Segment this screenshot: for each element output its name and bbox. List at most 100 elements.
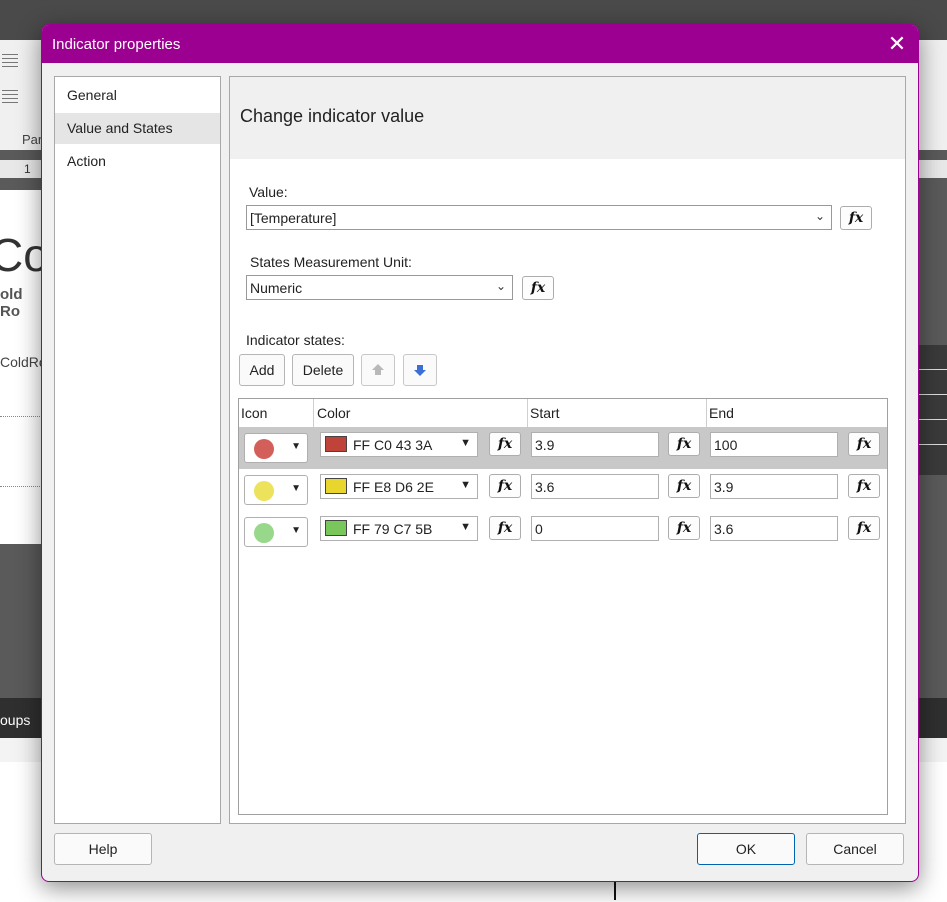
fx-icon: fx xyxy=(497,520,513,536)
column-divider xyxy=(706,399,707,427)
value-text: [Temperature] xyxy=(250,210,337,226)
dropdown-arrow-icon: ▼ xyxy=(291,525,301,536)
column-divider xyxy=(313,399,314,427)
indicator-properties-dialog: Indicator properties ✕ General Value and… xyxy=(41,24,919,882)
fx-icon: fx xyxy=(497,436,513,452)
column-header-start: Start xyxy=(530,405,560,421)
state-row[interactable]: ▼ FF 79 C7 5B ▼ fx 0 fx 3.6 fx xyxy=(239,511,887,553)
start-value: 3.6 xyxy=(535,479,555,495)
start-fx-button[interactable]: fx xyxy=(668,474,700,498)
dropdown-arrow-icon: ▼ xyxy=(460,437,471,449)
fx-icon: fx xyxy=(856,436,872,452)
green-circle-icon xyxy=(254,523,274,543)
fx-icon: fx xyxy=(497,478,513,494)
grid-header: Icon Color Start End xyxy=(239,399,887,428)
groups-label: oups xyxy=(0,712,31,728)
unit-combobox[interactable]: Numeric ⌄ xyxy=(246,275,513,300)
state-row[interactable]: ▼ FF C0 43 3A ▼ fx 3.9 fx 100 fx xyxy=(239,427,887,469)
end-fx-button[interactable]: fx xyxy=(848,474,880,498)
start-fx-button[interactable]: fx xyxy=(668,516,700,540)
color-fx-button[interactable]: fx xyxy=(489,474,521,498)
color-fx-button[interactable]: fx xyxy=(489,432,521,456)
properties-nav: General Value and States Action xyxy=(54,76,221,824)
end-fx-button[interactable]: fx xyxy=(848,432,880,456)
nav-item-action[interactable]: Action xyxy=(55,146,220,177)
end-fx-button[interactable]: fx xyxy=(848,516,880,540)
icon-combobox[interactable]: ▼ xyxy=(244,517,308,547)
dialog-title: Indicator properties xyxy=(52,36,181,53)
color-combobox[interactable]: FF C0 43 3A ▼ xyxy=(320,432,478,457)
dropdown-arrow-icon: ▼ xyxy=(460,479,471,491)
chevron-down-icon: ⌄ xyxy=(495,279,506,293)
color-swatch xyxy=(325,436,347,452)
ribbon-group-label: Par xyxy=(22,132,43,147)
column-header-end: End xyxy=(709,405,734,421)
fx-icon: fx xyxy=(676,520,692,536)
chevron-down-icon: ⌄ xyxy=(814,209,825,223)
fx-icon: fx xyxy=(676,478,692,494)
cancel-button[interactable]: Cancel xyxy=(806,833,904,865)
fx-icon: fx xyxy=(856,478,872,494)
end-value: 3.6 xyxy=(714,521,734,537)
end-input[interactable]: 3.9 xyxy=(710,474,838,499)
color-value: FF C0 43 3A xyxy=(353,437,433,453)
fx-icon: fx xyxy=(530,280,546,296)
splitter xyxy=(614,880,616,900)
unit-text: Numeric xyxy=(250,280,303,296)
nav-item-value-and-states[interactable]: Value and States xyxy=(55,113,220,144)
move-up-button[interactable] xyxy=(361,354,395,386)
delete-button[interactable]: Delete xyxy=(292,354,354,386)
arrow-up-icon xyxy=(372,364,384,375)
help-button[interactable]: Help xyxy=(54,833,152,865)
end-value: 3.9 xyxy=(714,479,734,495)
dropdown-arrow-icon: ▼ xyxy=(291,483,301,494)
arrow-down-icon xyxy=(414,365,426,376)
divider xyxy=(0,486,42,487)
end-input[interactable]: 100 xyxy=(710,432,838,457)
ok-button[interactable]: OK xyxy=(697,833,795,865)
color-swatch xyxy=(325,478,347,494)
start-value: 0 xyxy=(535,521,543,537)
color-value: FF E8 D6 2E xyxy=(353,479,434,495)
start-input[interactable]: 0 xyxy=(531,516,659,541)
add-button[interactable]: Add xyxy=(239,354,285,386)
panel-header: Change indicator value xyxy=(230,77,905,159)
end-value: 100 xyxy=(714,437,738,453)
value-label: Value: xyxy=(249,184,288,200)
close-icon[interactable]: ✕ xyxy=(884,31,910,57)
color-combobox[interactable]: FF 79 C7 5B ▼ xyxy=(320,516,478,541)
report-side-strip xyxy=(917,345,947,475)
icon-combobox[interactable]: ▼ xyxy=(244,475,308,505)
state-row[interactable]: ▼ FF E8 D6 2E ▼ fx 3.6 fx 3.9 fx xyxy=(239,469,887,511)
align-icon[interactable] xyxy=(2,54,18,68)
page-title: Change indicator value xyxy=(240,106,425,126)
dropdown-arrow-icon: ▼ xyxy=(291,441,301,452)
move-down-button[interactable] xyxy=(403,354,437,386)
states-label: Indicator states: xyxy=(246,332,345,348)
report-subtitle-text: old Ro xyxy=(0,286,23,320)
color-combobox[interactable]: FF E8 D6 2E ▼ xyxy=(320,474,478,499)
color-fx-button[interactable]: fx xyxy=(489,516,521,540)
value-fx-button[interactable]: fx xyxy=(840,206,872,230)
align-left-icon[interactable] xyxy=(2,90,18,104)
unit-fx-button[interactable]: fx xyxy=(522,276,554,300)
end-input[interactable]: 3.6 xyxy=(710,516,838,541)
start-value: 3.9 xyxy=(535,437,555,453)
fx-icon: fx xyxy=(856,520,872,536)
report-field-text: ColdRo xyxy=(0,354,47,370)
icon-combobox[interactable]: ▼ xyxy=(244,433,308,463)
column-header-icon: Icon xyxy=(241,405,268,421)
dialog-titlebar: Indicator properties ✕ xyxy=(42,25,918,63)
column-divider xyxy=(527,399,528,427)
start-input[interactable]: 3.6 xyxy=(531,474,659,499)
ruler-mark: 1 xyxy=(24,162,31,176)
color-swatch xyxy=(325,520,347,536)
fx-icon: fx xyxy=(676,436,692,452)
start-fx-button[interactable]: fx xyxy=(668,432,700,456)
start-input[interactable]: 3.9 xyxy=(531,432,659,457)
unit-label: States Measurement Unit: xyxy=(250,254,412,270)
color-value: FF 79 C7 5B xyxy=(353,521,433,537)
column-header-color: Color xyxy=(317,405,351,421)
value-combobox[interactable]: [Temperature] ⌄ xyxy=(246,205,832,230)
nav-item-general[interactable]: General xyxy=(55,80,220,111)
